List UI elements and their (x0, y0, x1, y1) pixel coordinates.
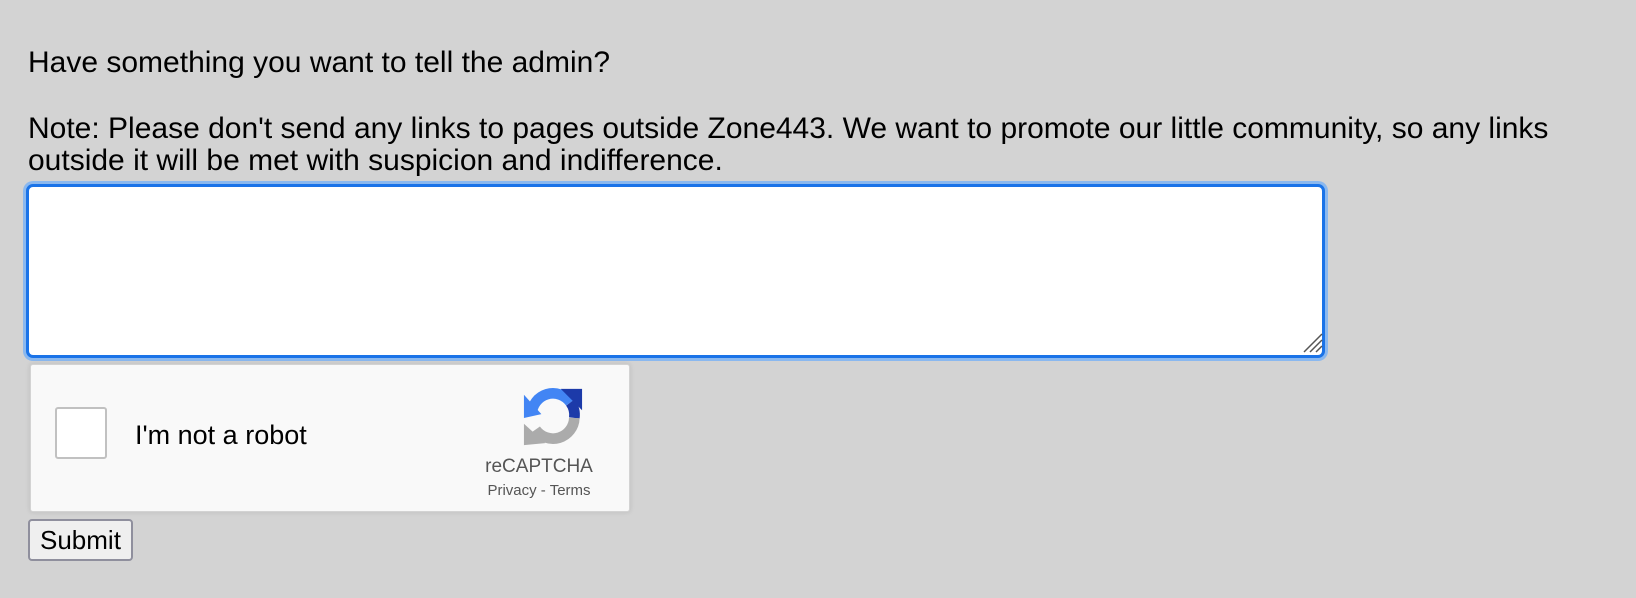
message-textarea[interactable] (26, 184, 1325, 358)
recaptcha-checkbox[interactable] (55, 407, 107, 459)
recaptcha-links: Privacy - Terms (449, 482, 629, 500)
recaptcha-widget: I'm not a robot reCAPTCHA Privacy - Term… (30, 364, 630, 512)
recaptcha-label: I'm not a robot (135, 420, 307, 450)
recaptcha-brand: reCAPTCHA (485, 456, 593, 477)
resize-grip-icon[interactable] (1300, 330, 1324, 354)
recaptcha-logo-icon (523, 388, 583, 446)
recaptcha-links-separator: - (536, 482, 550, 499)
page-heading: Have something you want to tell the admi… (28, 46, 610, 79)
links-note: Note: Please don't send any links to pag… (28, 112, 1549, 177)
recaptcha-privacy-link[interactable]: Privacy (487, 482, 536, 499)
submit-button[interactable]: Submit (28, 519, 133, 561)
recaptcha-terms-link[interactable]: Terms (550, 482, 591, 499)
